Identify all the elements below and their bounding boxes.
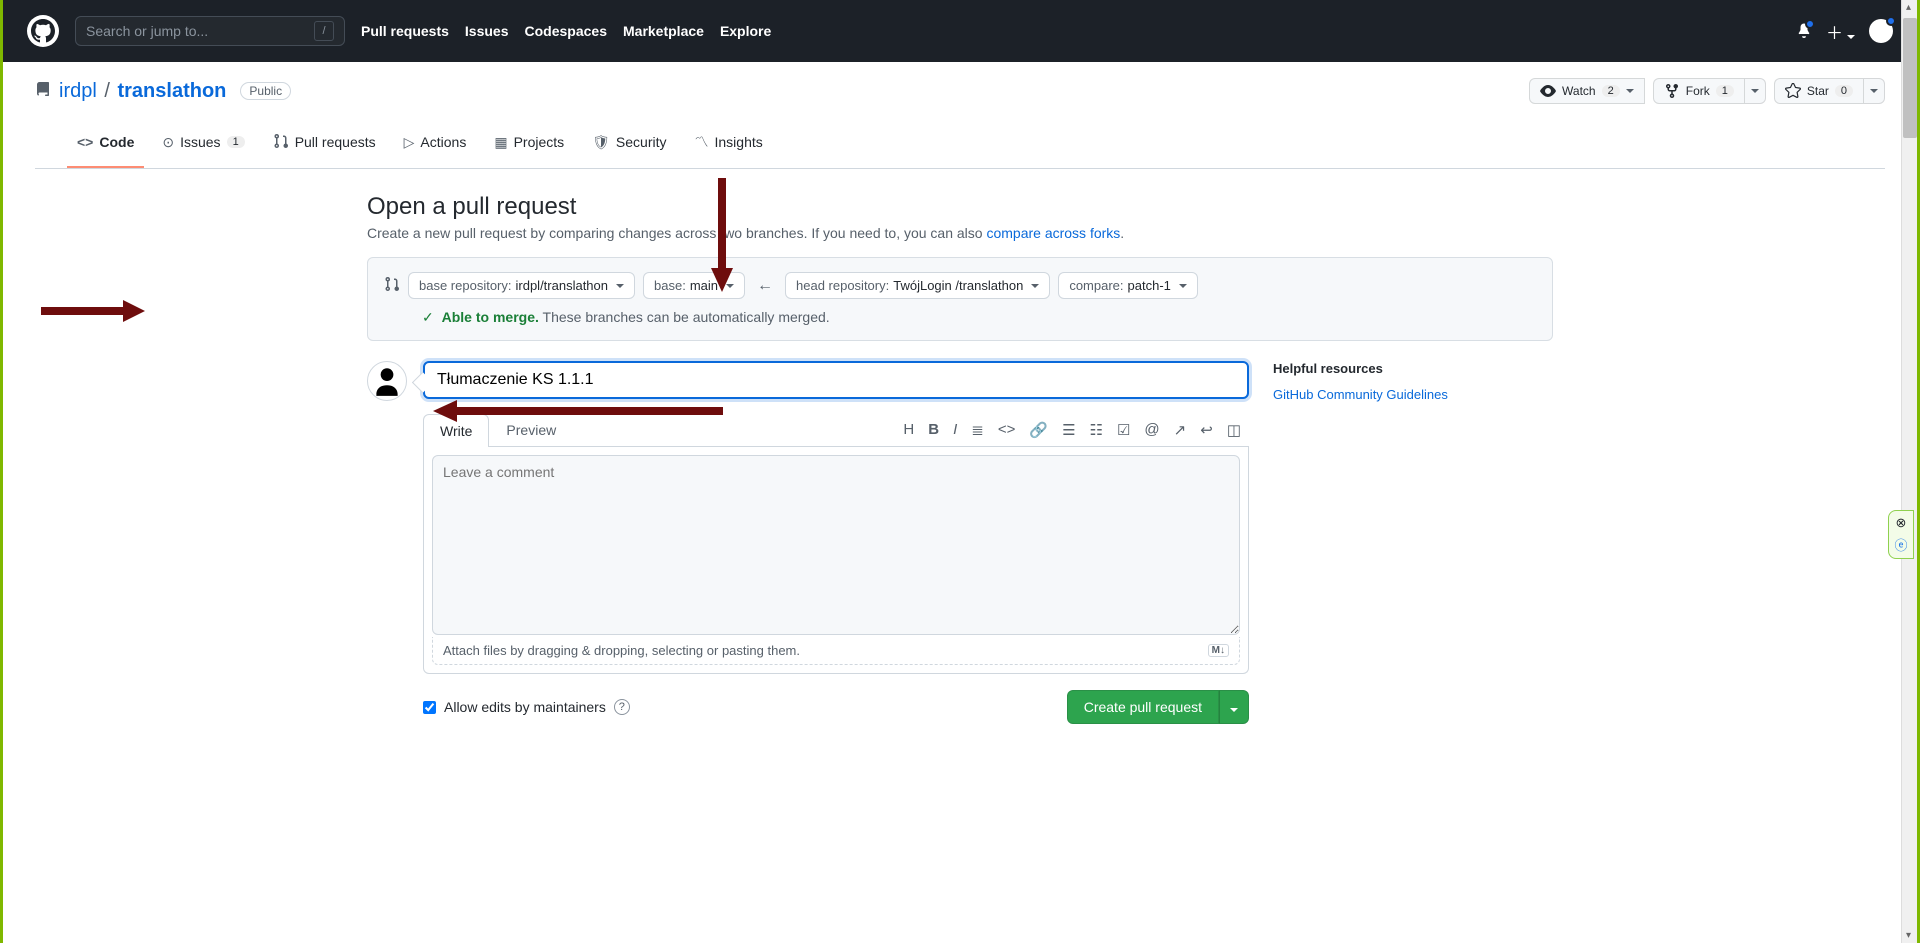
compare-branch-selector[interactable]: compare: patch-1 bbox=[1058, 272, 1198, 299]
repo-icon bbox=[35, 82, 51, 101]
merge-status: ✓ Able to merge. These branches can be a… bbox=[384, 309, 1536, 326]
search-input[interactable]: Search or jump to... / bbox=[75, 16, 345, 46]
global-header: Search or jump to... / Pull requests Iss… bbox=[3, 0, 1917, 62]
heading-icon[interactable]: H bbox=[903, 421, 914, 439]
mention-icon[interactable]: @ bbox=[1144, 421, 1159, 439]
cross-reference-icon[interactable]: ↗ bbox=[1174, 421, 1187, 439]
project-icon: ▦ bbox=[494, 134, 507, 151]
head-repo-selector[interactable]: head repository: TwójLogin /translathon bbox=[785, 272, 1050, 299]
nav-issues[interactable]: Issues bbox=[465, 23, 509, 39]
numbered-list-icon[interactable]: ☷ bbox=[1090, 421, 1103, 439]
scroll-up-icon[interactable]: ▴ bbox=[1906, 2, 1911, 13]
scroll-thumb[interactable] bbox=[1903, 18, 1917, 138]
star-button-group: Star 0 bbox=[1774, 78, 1885, 104]
issues-count: 1 bbox=[227, 136, 245, 148]
fork-button[interactable]: Fork 1 bbox=[1653, 78, 1745, 104]
base-repo-selector[interactable]: base repository: irdpl/translathon bbox=[408, 272, 635, 299]
fork-button-group: Fork 1 bbox=[1653, 78, 1766, 104]
italic-icon[interactable]: I bbox=[953, 421, 957, 439]
comment-textarea[interactable] bbox=[432, 455, 1240, 635]
star-count: 0 bbox=[1835, 85, 1853, 97]
eye-icon bbox=[1540, 83, 1556, 99]
create-pull-request-button[interactable]: Create pull request bbox=[1067, 690, 1219, 724]
create-pr-options-caret[interactable] bbox=[1219, 690, 1249, 724]
repo-nav: <> Code ⊙ Issues 1 Pull requests ▷ Actio… bbox=[35, 124, 1885, 169]
watch-count: 2 bbox=[1602, 85, 1620, 97]
tab-security[interactable]: 🛡 Security bbox=[582, 124, 676, 168]
github-logo-icon[interactable] bbox=[27, 15, 59, 47]
compare-box: base repository: irdpl/translathon base:… bbox=[367, 257, 1553, 341]
tab-code[interactable]: <> Code bbox=[67, 124, 144, 168]
extension-e-icon[interactable]: ⓔ bbox=[1894, 535, 1907, 554]
git-compare-icon bbox=[384, 276, 400, 295]
play-icon: ▷ bbox=[404, 134, 415, 151]
star-caret[interactable] bbox=[1864, 78, 1885, 104]
visibility-badge: Public bbox=[240, 82, 291, 100]
create-new-menu[interactable]: ＋ bbox=[1826, 19, 1855, 44]
annotation-arrow-left bbox=[41, 300, 146, 320]
scroll-down-icon[interactable]: ▾ bbox=[1906, 930, 1911, 941]
user-avatar[interactable] bbox=[1869, 19, 1893, 43]
repo-header: irdpl / translathon Public Watch 2 bbox=[3, 62, 1917, 169]
watch-button-group[interactable]: Watch 2 bbox=[1529, 78, 1645, 104]
graph-icon: 〽 bbox=[695, 132, 709, 152]
repo-owner-link[interactable]: irdpl bbox=[59, 80, 97, 102]
reply-icon[interactable]: ↩ bbox=[1200, 421, 1213, 439]
annotation-arrow-title bbox=[433, 400, 723, 420]
community-guidelines-link[interactable]: GitHub Community Guidelines bbox=[1273, 387, 1448, 402]
fork-caret[interactable] bbox=[1745, 78, 1766, 104]
pull-request-icon bbox=[273, 133, 289, 152]
tab-projects[interactable]: ▦ Projects bbox=[484, 124, 574, 168]
tab-pull-requests[interactable]: Pull requests bbox=[263, 124, 386, 168]
fork-icon bbox=[1664, 83, 1680, 99]
link-icon[interactable]: 🔗 bbox=[1029, 421, 1048, 439]
check-icon: ✓ bbox=[422, 309, 434, 325]
close-widget-icon[interactable]: ⊗ bbox=[1896, 515, 1907, 531]
repo-name-link[interactable]: translathon bbox=[117, 80, 226, 102]
search-placeholder: Search or jump to... bbox=[86, 23, 314, 39]
nav-explore[interactable]: Explore bbox=[720, 23, 771, 39]
allow-edits-input[interactable] bbox=[423, 701, 436, 714]
bold-icon[interactable]: B bbox=[928, 421, 939, 439]
fork-label: Fork bbox=[1686, 84, 1710, 98]
bullet-list-icon[interactable]: ☰ bbox=[1062, 421, 1075, 439]
markdown-badge-icon[interactable]: M↓ bbox=[1208, 644, 1229, 657]
code-icon[interactable]: <> bbox=[998, 421, 1016, 439]
tab-actions[interactable]: ▷ Actions bbox=[394, 124, 477, 168]
help-icon[interactable]: ? bbox=[614, 699, 630, 715]
tab-insights[interactable]: 〽 Insights bbox=[685, 124, 773, 168]
annotation-arrow-top bbox=[711, 178, 733, 293]
sidebar-heading: Helpful resources bbox=[1273, 361, 1553, 376]
tab-issues[interactable]: ⊙ Issues 1 bbox=[152, 124, 254, 168]
watch-label: Watch bbox=[1562, 84, 1596, 98]
quote-icon[interactable]: ≣ bbox=[971, 421, 984, 439]
fork-count: 1 bbox=[1716, 85, 1734, 97]
notifications-icon[interactable] bbox=[1796, 22, 1812, 41]
markdown-toolbar: H B I ≣ <> 🔗 ☰ ☷ ☑ @ ↗ ↩ ◫ bbox=[903, 421, 1249, 439]
star-label: Star bbox=[1807, 84, 1829, 98]
issue-icon: ⊙ bbox=[162, 134, 174, 151]
page-subtitle: Create a new pull request by comparing c… bbox=[367, 225, 1553, 241]
extension-widget[interactable]: ⊗ ⓔ bbox=[1888, 510, 1914, 559]
current-user-avatar bbox=[367, 361, 407, 401]
suggestion-icon[interactable]: ◫ bbox=[1227, 421, 1241, 439]
pr-title-input[interactable] bbox=[423, 361, 1249, 399]
allow-edits-checkbox[interactable]: Allow edits by maintainers ? bbox=[423, 699, 630, 715]
slash-key-icon: / bbox=[314, 21, 334, 41]
task-list-icon[interactable]: ☑ bbox=[1117, 421, 1130, 439]
code-icon: <> bbox=[77, 134, 93, 150]
attach-hint[interactable]: Attach files by dragging & dropping, sel… bbox=[443, 643, 800, 658]
star-icon bbox=[1785, 83, 1801, 99]
page-title: Open a pull request bbox=[367, 193, 1553, 221]
sidebar: Helpful resources GitHub Community Guide… bbox=[1273, 361, 1553, 724]
nav-codespaces[interactable]: Codespaces bbox=[525, 23, 607, 39]
nav-marketplace[interactable]: Marketplace bbox=[623, 23, 704, 39]
nav-pull-requests[interactable]: Pull requests bbox=[361, 23, 449, 39]
shield-icon: 🛡 bbox=[592, 134, 610, 151]
star-button[interactable]: Star 0 bbox=[1774, 78, 1864, 104]
compare-across-forks-link[interactable]: compare across forks bbox=[986, 225, 1120, 241]
arrow-left-icon: ← bbox=[753, 277, 777, 295]
global-nav: Pull requests Issues Codespaces Marketpl… bbox=[361, 23, 771, 39]
scrollbar[interactable]: ▴ ▾ bbox=[1901, 0, 1917, 943]
